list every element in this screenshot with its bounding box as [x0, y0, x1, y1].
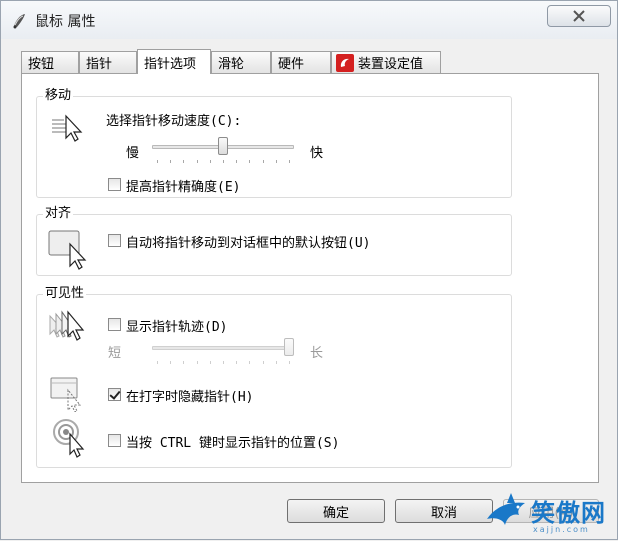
- tab-label: 指针选项: [144, 56, 197, 72]
- shark-logo-icon: [487, 493, 525, 525]
- slider-tick: [223, 361, 224, 364]
- device-logo-icon: [336, 53, 354, 72]
- close-icon: [573, 10, 585, 22]
- tab-wheel[interactable]: 滑轮: [211, 51, 271, 73]
- close-button[interactable]: [547, 5, 611, 27]
- title-bar: 鼠标 属性: [1, 1, 617, 39]
- short-label: 短: [108, 346, 122, 361]
- tab-pointer-options[interactable]: 指针选项: [137, 49, 211, 74]
- slider-tick: [262, 361, 264, 364]
- tab-device-settings[interactable]: 装置设定值: [331, 51, 441, 73]
- slider-tick: [170, 160, 172, 163]
- cancel-button[interactable]: 取消: [395, 499, 493, 523]
- ok-label: 确定: [322, 505, 349, 521]
- snap-label[interactable]: 自动将指针移动到对话框中的默认按钮(U): [126, 232, 370, 251]
- slider-tick: [209, 361, 211, 364]
- speed-slider-thumb[interactable]: [218, 137, 228, 155]
- fast-label: 快: [310, 146, 324, 161]
- tab-hardware[interactable]: 硬件: [271, 51, 331, 73]
- mouse-properties-window: 鼠标 属性 按钮 指针 指针选项 滑轮 硬件 装置设定值 移动 选择指针移动速度…: [0, 0, 618, 540]
- hide-while-typing-icon: [50, 377, 82, 412]
- slider-tick: [223, 160, 224, 163]
- ok-button[interactable]: 确定: [287, 499, 385, 523]
- group-title: 移动: [43, 88, 74, 104]
- site-watermark: 笑傲网 xajjn.com: [485, 489, 618, 541]
- slider-tick: [157, 361, 158, 364]
- watermark-text: 笑傲网: [531, 499, 606, 527]
- slider-tick: [196, 160, 198, 163]
- slider-tick: [249, 160, 251, 163]
- pointer-trails-icon: [49, 310, 85, 341]
- slider-tick: [209, 160, 211, 163]
- precision-label[interactable]: 提高指针精确度(E): [126, 176, 240, 195]
- window-title: 鼠标 属性: [35, 14, 96, 30]
- tab-buttons[interactable]: 按钮: [21, 51, 79, 73]
- long-label: 长: [310, 346, 324, 361]
- tab-label: 滑轮: [218, 57, 245, 72]
- slider-tick: [262, 160, 264, 163]
- snap-to-button-icon: [48, 230, 87, 270]
- snap-checkbox[interactable]: [108, 234, 121, 247]
- cancel-label: 取消: [430, 505, 457, 521]
- tab-label: 按钮: [28, 57, 55, 72]
- pointer-speed-icon: [52, 114, 83, 142]
- slider-tick: [275, 160, 277, 163]
- slider-tick: [289, 361, 290, 364]
- trails-checkbox[interactable]: [108, 318, 121, 331]
- slider-tick: [196, 361, 198, 364]
- slider-tick: [183, 361, 185, 364]
- pointer-options-panel: 移动 选择指针移动速度(C): 慢 快 提高指针精确度(E) 对齐 自动将指针移…: [21, 73, 599, 483]
- tab-strip: 按钮 指针 指针选项 滑轮 硬件 装置设定值: [19, 49, 599, 74]
- show-location-checkbox[interactable]: [108, 434, 121, 447]
- slider-tick: [289, 160, 290, 163]
- trail-length-slider-track[interactable]: [152, 346, 294, 350]
- slider-tick: [236, 361, 238, 364]
- mouse-icon: [13, 14, 25, 29]
- group-title: 对齐: [43, 206, 74, 222]
- group-title: 可见性: [43, 286, 87, 302]
- slow-label: 慢: [126, 146, 140, 161]
- trail-length-slider-thumb[interactable]: [284, 338, 294, 356]
- slider-tick: [157, 160, 158, 163]
- trails-label[interactable]: 显示指针轨迹(D): [126, 316, 227, 335]
- tab-label: 指针: [86, 57, 113, 72]
- tab-pointers[interactable]: 指针: [79, 51, 137, 73]
- slider-tick: [249, 361, 251, 364]
- tab-label: 硬件: [278, 57, 305, 72]
- show-location-icon: [53, 419, 85, 458]
- speed-label: 选择指针移动速度(C):: [106, 114, 242, 129]
- show-location-label[interactable]: 当按 CTRL 键时显示指针的位置(S): [126, 432, 339, 451]
- tab-label: 装置设定值: [358, 57, 424, 72]
- hide-while-typing-label[interactable]: 在打字时隐藏指针(H): [126, 386, 253, 405]
- precision-checkbox[interactable]: [108, 178, 121, 191]
- slider-tick: [183, 160, 185, 163]
- slider-tick: [236, 160, 238, 163]
- slider-tick: [170, 361, 172, 364]
- watermark-subtext: xajjn.com: [533, 525, 590, 534]
- slider-tick: [275, 361, 277, 364]
- hide-while-typing-checkbox[interactable]: [108, 388, 121, 401]
